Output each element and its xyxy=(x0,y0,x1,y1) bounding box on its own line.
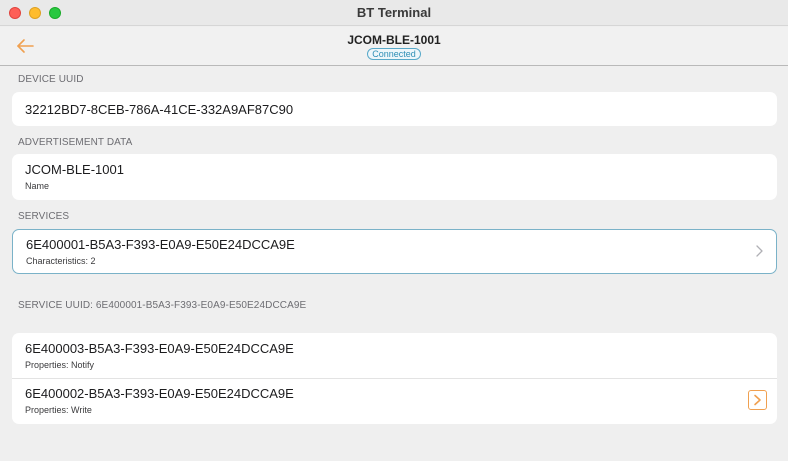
device-uuid-card: 32212BD7-8CEB-786A-41CE-332A9AF87C90 xyxy=(12,92,777,126)
connection-status-badge: Connected xyxy=(367,48,421,60)
send-arrow-icon xyxy=(754,394,761,406)
write-send-button[interactable] xyxy=(748,390,767,410)
characteristic-properties: Properties: Write xyxy=(25,405,92,415)
characteristic-row[interactable]: 6E400003-B5A3-F393-E0A9-E50E24DCCA9E Pro… xyxy=(12,333,777,378)
chevron-right-icon xyxy=(756,245,763,257)
page-title: JCOM-BLE-1001 xyxy=(347,33,441,47)
advertised-name-label: Name xyxy=(25,181,50,191)
service-characteristics-count: Characteristics: 2 xyxy=(26,256,96,266)
characteristic-uuid: 6E400002-B5A3-F393-E0A9-E50E24DCCA9E xyxy=(25,386,294,401)
characteristics-card: 6E400003-B5A3-F393-E0A9-E50E24DCCA9E Pro… xyxy=(12,333,777,424)
characteristic-row[interactable]: 6E400002-B5A3-F393-E0A9-E50E24DCCA9E Pro… xyxy=(12,379,777,424)
service-list-item[interactable]: 6E400001-B5A3-F393-E0A9-E50E24DCCA9E Cha… xyxy=(12,229,777,274)
service-uuid-header: SERVICE UUID: 6E400001-B5A3-F393-E0A9-E5… xyxy=(18,300,307,311)
services-header: SERVICES xyxy=(18,211,70,222)
advertisement-data-card: JCOM-BLE-1001 Name xyxy=(12,154,777,200)
service-uuid: 6E400001-B5A3-F393-E0A9-E50E24DCCA9E xyxy=(26,237,295,252)
advertised-name-value: JCOM-BLE-1001 xyxy=(25,162,124,177)
device-uuid-value: 32212BD7-8CEB-786A-41CE-332A9AF87C90 xyxy=(25,102,294,117)
advertisement-data-header: ADVERTISEMENT DATA xyxy=(18,137,133,148)
window-title: BT Terminal xyxy=(356,5,432,20)
window-titlebar: BT Terminal xyxy=(0,0,788,26)
device-uuid-header: DEVICE UUID xyxy=(18,74,84,85)
characteristic-properties: Properties: Notify xyxy=(25,360,95,370)
characteristic-uuid: 6E400003-B5A3-F393-E0A9-E50E24DCCA9E xyxy=(25,341,294,356)
navigation-bar: JCOM-BLE-1001 Connected xyxy=(0,27,788,66)
